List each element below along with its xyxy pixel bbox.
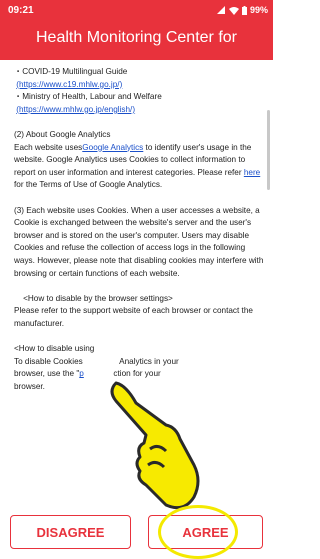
page-title: Health Monitoring Center for bbox=[36, 29, 237, 46]
mhlw-link[interactable]: (https://www.mhlw.go.jp/english/) bbox=[16, 105, 135, 114]
scrollbar[interactable] bbox=[267, 110, 270, 190]
wifi-icon bbox=[228, 6, 239, 15]
section-browser-settings: <How to disable by the browser settings>… bbox=[14, 293, 253, 328]
status-time: 09:21 bbox=[8, 5, 34, 16]
status-icons: 99% bbox=[216, 5, 268, 15]
section-subtitle: <How to disable using bbox=[14, 344, 95, 354]
section-subtitle: <How to disable by the browser settings> bbox=[23, 293, 173, 303]
terms-here-link[interactable]: here bbox=[244, 168, 260, 177]
opt-out-link[interactable]: p bbox=[79, 369, 84, 378]
section-title: (2) About Google Analytics bbox=[14, 129, 111, 139]
app-header: Health Monitoring Center for bbox=[0, 22, 273, 60]
section-disable-ga: <How to disable using To disable Cookies… bbox=[14, 344, 179, 391]
signal-icon bbox=[216, 5, 225, 14]
agree-button[interactable]: AGREE bbox=[148, 515, 263, 549]
google-analytics-link[interactable]: Google Analytics bbox=[82, 143, 143, 152]
covid-guide-link[interactable]: (https://www.c19.mhlw.go.jp/) bbox=[16, 80, 122, 89]
battery-level: 99% bbox=[249, 5, 268, 15]
guide-item-covid: ・COVID-19 Multilingual Guide (https://ww… bbox=[14, 67, 128, 89]
disagree-button[interactable]: DISAGREE bbox=[10, 515, 131, 549]
status-bar: 09:21 99% bbox=[0, 0, 273, 22]
section-cookies: (3) Each website uses Cookies. When a us… bbox=[14, 205, 264, 278]
terms-content[interactable]: ・COVID-19 Multilingual Guide (https://ww… bbox=[14, 66, 264, 516]
battery-icon bbox=[241, 5, 247, 15]
guide-item-mhlw: ・Ministry of Health, Labour and Welfare … bbox=[14, 92, 162, 114]
section-google-analytics: (2) About Google Analytics Each website … bbox=[14, 129, 261, 190]
